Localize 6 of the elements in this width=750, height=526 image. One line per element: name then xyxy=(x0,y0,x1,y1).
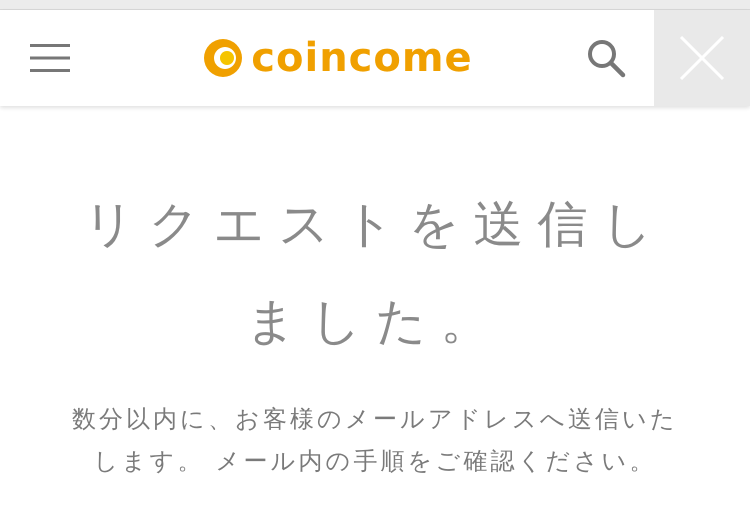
confirmation-message: 数分以内に、お客様のメールアドレスへ送信いたします。 メール内の手順をご確認ください。 xyxy=(71,404,679,477)
confirmation-title: リクエストを送信しました。 xyxy=(82,194,668,352)
logo-text[interactable]: coincome xyxy=(251,35,473,81)
logo-icon xyxy=(203,38,244,78)
search-icon[interactable] xyxy=(586,38,626,78)
menu-icon[interactable] xyxy=(30,43,70,73)
